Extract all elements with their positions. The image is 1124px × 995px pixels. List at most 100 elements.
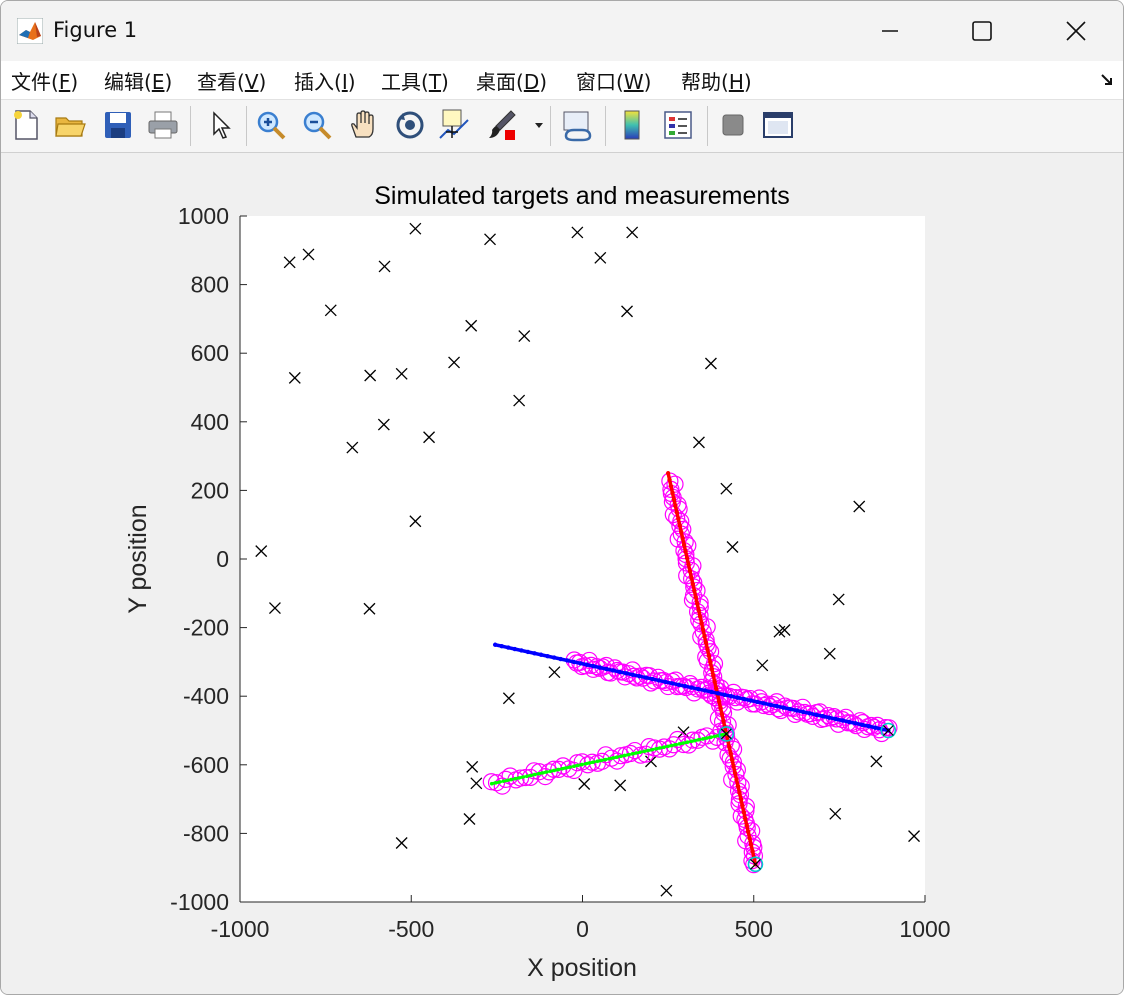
colorbar-icon xyxy=(624,110,640,140)
track-point xyxy=(833,716,839,722)
menu-help[interactable]: 帮助(H) xyxy=(681,66,752,95)
track-point xyxy=(603,757,607,762)
track-point xyxy=(538,652,544,657)
pan-button[interactable] xyxy=(346,108,380,142)
minimize-icon xyxy=(882,30,898,32)
track-point xyxy=(681,741,686,745)
track-point xyxy=(873,725,878,730)
track-point xyxy=(701,737,705,741)
track-point xyxy=(665,744,670,749)
track-point xyxy=(709,689,714,695)
track-point xyxy=(505,778,510,783)
data-tips-icon xyxy=(439,109,469,139)
zoom-in-button[interactable] xyxy=(254,108,288,142)
menu-tools[interactable]: 工具(T) xyxy=(381,66,449,95)
menu-help-close: ) xyxy=(743,70,752,94)
print-button[interactable] xyxy=(146,108,180,142)
menu-tools-accel: T xyxy=(428,70,442,94)
plot-svg[interactable]: -1000 -500 0 500 1000 1000 800 600 400 200 0 -200 -4… xyxy=(1,153,1123,994)
toolbar-separator xyxy=(605,106,606,146)
track-point xyxy=(536,771,541,776)
track-point xyxy=(578,661,583,666)
menu-desktop-close: ) xyxy=(539,70,548,94)
hide-plot-tools-button[interactable] xyxy=(716,108,750,142)
close-button[interactable] xyxy=(1030,1,1122,61)
x-tick-label: 1000 xyxy=(899,916,950,942)
toolbar-separator xyxy=(707,106,708,146)
toolbar-separator xyxy=(246,106,247,146)
toolbar-separator xyxy=(550,106,551,146)
close-icon xyxy=(1066,21,1086,41)
menu-view[interactable]: 查看(V) xyxy=(197,66,266,95)
track-point xyxy=(604,666,609,672)
link-plot-button[interactable] xyxy=(560,108,594,142)
track-point xyxy=(565,658,570,663)
track-point xyxy=(634,751,639,755)
save-icon xyxy=(105,112,131,138)
rotate-3d-button[interactable] xyxy=(393,108,427,142)
track-point xyxy=(696,686,701,692)
edit-plot-button[interactable] xyxy=(203,108,237,142)
minimize-button[interactable] xyxy=(844,1,936,61)
menu-edit[interactable]: 编辑(E) xyxy=(104,66,172,95)
track-point xyxy=(658,746,662,750)
track-point xyxy=(716,699,722,704)
track-point xyxy=(544,770,549,774)
track-point xyxy=(630,752,635,756)
track-point xyxy=(684,555,690,561)
zoom-in-icon xyxy=(257,111,286,140)
track-point xyxy=(840,718,845,723)
track-point xyxy=(800,709,806,715)
insert-legend-button[interactable] xyxy=(661,108,695,142)
track-point xyxy=(719,712,725,717)
menu-bar: 文件(F) 编辑(E) 查看(V) 插入(I) 工具(T) 桌面(D) 窗口(W… xyxy=(1,61,1123,100)
figure-window: Figure 1 文件(F) 编辑(E) 查看(V) 插入(I) 工具(T) 桌… xyxy=(0,0,1124,995)
title-bar: Figure 1 xyxy=(1,1,1123,61)
maximize-button[interactable] xyxy=(936,1,1028,61)
track-point xyxy=(721,718,726,724)
track-point xyxy=(692,588,697,593)
track-point xyxy=(728,694,734,699)
brush-dropdown-button[interactable] xyxy=(531,108,547,142)
track-point xyxy=(599,758,604,763)
track-point xyxy=(501,779,506,783)
brush-icon xyxy=(489,110,516,140)
menu-desktop[interactable]: 桌面(D) xyxy=(476,66,547,95)
track-point xyxy=(711,673,716,678)
menu-edit-accel: E xyxy=(151,70,165,94)
menu-file[interactable]: 文件(F) xyxy=(11,66,78,95)
menu-file-accel: F xyxy=(58,70,71,94)
track-point xyxy=(552,768,557,773)
track-point xyxy=(689,685,694,690)
open-file-button[interactable] xyxy=(53,108,87,142)
open-folder-icon xyxy=(55,117,86,137)
insert-colorbar-button[interactable] xyxy=(615,108,649,142)
zoom-out-button[interactable] xyxy=(300,108,334,142)
track-point xyxy=(669,743,674,748)
dock-arrow-icon[interactable] xyxy=(1099,72,1115,88)
track-point xyxy=(674,510,680,515)
menu-view-label: 查看( xyxy=(197,70,245,94)
track-point xyxy=(735,783,741,789)
menu-insert[interactable]: 插入(I) xyxy=(294,66,356,95)
data-cursor-button[interactable] xyxy=(438,108,472,142)
new-figure-button[interactable] xyxy=(9,108,43,142)
link-plot-icon xyxy=(563,111,592,142)
figure-canvas-area: -1000 -500 0 500 1000 1000 800 600 400 200 0 -200 -4… xyxy=(1,153,1123,994)
track-point xyxy=(702,688,708,693)
track-point xyxy=(661,745,666,749)
track-point xyxy=(677,523,682,528)
x-tick-label: -1000 xyxy=(211,916,270,942)
menu-window[interactable]: 窗口(W) xyxy=(576,66,651,95)
track-point xyxy=(671,497,677,502)
y-tick-label: 200 xyxy=(191,477,229,503)
show-plot-tools-button[interactable] xyxy=(761,108,795,142)
track-point xyxy=(846,719,852,725)
track-point xyxy=(735,695,740,700)
track-point xyxy=(558,656,563,662)
maximize-icon xyxy=(972,21,992,41)
brush-button[interactable] xyxy=(485,108,519,142)
y-tick-label: 600 xyxy=(191,340,229,366)
save-button[interactable] xyxy=(101,108,135,142)
track-point xyxy=(787,706,793,712)
